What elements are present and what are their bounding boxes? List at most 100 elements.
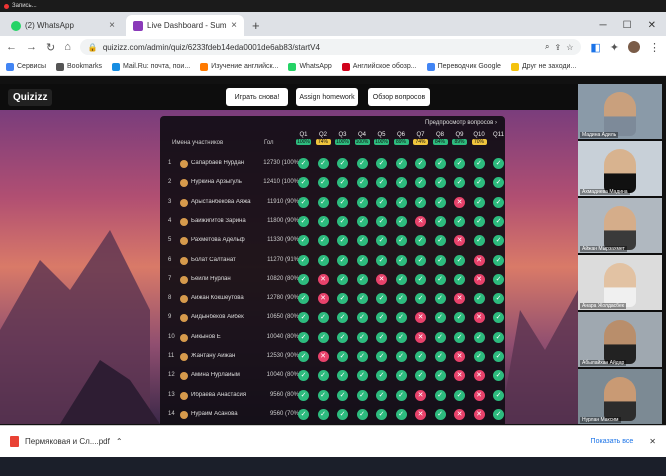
correct-answer-icon[interactable]: ✓ [395,370,407,382]
correct-answer-icon[interactable]: ✓ [454,312,465,324]
bookmark-item[interactable]: Изучение английск... [200,62,278,71]
correct-answer-icon[interactable]: ✓ [337,312,348,324]
correct-answer-icon[interactable]: ✓ [298,331,309,343]
correct-answer-icon[interactable]: ✓ [415,254,426,266]
correct-answer-icon[interactable]: ✓ [317,389,329,401]
participant-video-tile[interactable]: Мадина Адиль [578,84,662,139]
correct-answer-icon[interactable]: ✓ [434,235,446,247]
correct-answer-icon[interactable]: ✓ [415,273,426,285]
correct-answer-icon[interactable]: ✓ [434,273,446,285]
question-column-header[interactable]: Q8 84% [432,132,448,145]
profile-avatar[interactable] [628,41,640,53]
correct-answer-icon[interactable]: ✓ [454,215,465,227]
correct-answer-icon[interactable]: ✓ [493,215,504,227]
correct-answer-icon[interactable]: ✓ [376,351,387,362]
correct-answer-icon[interactable]: ✓ [356,389,368,401]
correct-answer-icon[interactable]: ✓ [376,408,387,420]
correct-answer-icon[interactable]: ✓ [415,370,426,382]
correct-answer-icon[interactable]: ✓ [337,273,348,285]
correct-answer-icon[interactable]: ✓ [356,254,368,266]
correct-answer-icon[interactable]: ✓ [434,177,446,189]
correct-answer-icon[interactable]: ✓ [473,293,485,305]
correct-answer-icon[interactable]: ✓ [395,273,407,285]
correct-answer-icon[interactable]: ✓ [434,196,446,208]
extension-icon[interactable]: ◧ [590,41,600,54]
correct-answer-icon[interactable]: ✓ [298,351,309,362]
correct-answer-icon[interactable]: ✓ [493,158,504,169]
participants-column-header[interactable]: Имена участников [172,140,223,146]
correct-answer-icon[interactable]: ✓ [434,158,446,169]
correct-answer-icon[interactable]: ✓ [317,158,329,169]
participant-video-tile[interactable]: Нурлан Максим [578,369,662,424]
correct-answer-icon[interactable]: ✓ [317,254,329,266]
table-row[interactable]: 11 Жантану Айжан 12530 (90%) ✓ ✕ ✓ ✓ ✓ ✓ ✓ ✓ ✕ ✓ ✓ [160,349,505,368]
correct-answer-icon[interactable]: ✓ [298,389,309,401]
correct-answer-icon[interactable]: ✓ [298,408,309,420]
table-row[interactable]: 4 Байжигитов Зарина 11800 (90%) ✓ ✓ ✓ ✓ ✓ ✓ ✕ ✓ ✓ ✓ ✓ [160,214,505,233]
correct-answer-icon[interactable]: ✓ [395,312,407,324]
correct-answer-icon[interactable]: ✓ [356,215,368,227]
correct-answer-icon[interactable]: ✓ [415,293,426,305]
correct-answer-icon[interactable]: ✓ [473,196,485,208]
wrong-answer-icon[interactable]: ✕ [473,254,485,266]
wrong-answer-icon[interactable]: ✕ [454,370,465,382]
correct-answer-icon[interactable]: ✓ [493,254,504,266]
correct-answer-icon[interactable]: ✓ [454,331,465,343]
new-tab-icon[interactable]: + [244,18,268,36]
wrong-answer-icon[interactable]: ✕ [473,312,485,324]
correct-answer-icon[interactable]: ✓ [493,293,504,305]
correct-answer-icon[interactable]: ✓ [317,177,329,189]
close-window-icon[interactable]: ✕ [648,20,656,31]
wrong-answer-icon[interactable]: ✕ [473,273,485,285]
correct-answer-icon[interactable]: ✓ [337,351,348,362]
question-column-header[interactable]: Q7 74% [413,132,428,145]
tab-live-dashboard[interactable]: Live Dashboard - Summary × [126,15,244,36]
correct-answer-icon[interactable]: ✓ [376,235,387,247]
question-column-header[interactable]: Q11 [491,132,505,139]
correct-answer-icon[interactable]: ✓ [317,408,329,420]
question-column-header[interactable]: Q1 100% [296,132,311,145]
share-icon[interactable]: ⇪ [555,43,562,52]
correct-answer-icon[interactable]: ✓ [434,215,446,227]
wrong-answer-icon[interactable]: ✕ [317,351,329,362]
correct-answer-icon[interactable]: ✓ [298,293,309,305]
wrong-answer-icon[interactable]: ✕ [454,293,465,305]
correct-answer-icon[interactable]: ✓ [298,312,309,324]
correct-answer-icon[interactable]: ✓ [493,235,504,247]
correct-answer-icon[interactable]: ✓ [337,370,348,382]
correct-answer-icon[interactable]: ✓ [317,235,329,247]
table-row[interactable]: 10 Айкынов Е 10040 (80%) ✓ ✓ ✓ ✓ ✓ ✓ ✕ ✓ ✓ ✓ ✓ [160,330,505,349]
correct-answer-icon[interactable]: ✓ [493,196,504,208]
bookmark-item[interactable]: Mail.Ru: почта, пои... [112,62,190,71]
bookmark-item[interactable]: Английское обозр... [341,62,417,71]
close-tab-icon[interactable]: × [109,20,115,31]
wrong-answer-icon[interactable]: ✕ [415,389,426,401]
correct-answer-icon[interactable]: ✓ [337,389,348,401]
correct-answer-icon[interactable]: ✓ [434,312,446,324]
correct-answer-icon[interactable]: ✓ [356,177,368,189]
correct-answer-icon[interactable]: ✓ [356,331,368,343]
correct-answer-icon[interactable]: ✓ [454,254,465,266]
tab-whatsapp[interactable]: (2) WhatsApp × [4,15,122,36]
chevron-up-icon[interactable]: ⌃ [116,437,123,446]
correct-answer-icon[interactable]: ✓ [356,370,368,382]
correct-answer-icon[interactable]: ✓ [454,158,465,169]
question-column-header[interactable]: Q3 100% [335,132,350,145]
question-column-header[interactable]: Q5 100% [374,132,389,145]
wrong-answer-icon[interactable]: ✕ [473,408,485,420]
question-column-header[interactable]: Q9 89% [452,132,467,145]
correct-answer-icon[interactable]: ✓ [376,177,387,189]
correct-answer-icon[interactable]: ✓ [298,273,309,285]
correct-answer-icon[interactable]: ✓ [473,158,485,169]
correct-answer-icon[interactable]: ✓ [337,254,348,266]
preview-questions-link[interactable]: Предпросмотр вопросов › [425,120,497,126]
correct-answer-icon[interactable]: ✓ [395,293,407,305]
correct-answer-icon[interactable]: ✓ [356,158,368,169]
table-row[interactable]: 1 Сапарбаев Нурдан 12730 (100%) ✓ ✓ ✓ ✓ ✓ ✓ ✓ ✓ ✓ ✓ ✓ [160,156,505,175]
correct-answer-icon[interactable]: ✓ [415,196,426,208]
wrong-answer-icon[interactable]: ✕ [415,312,426,324]
score-column-header[interactable]: Гол [264,140,274,146]
correct-answer-icon[interactable]: ✓ [356,351,368,362]
correct-answer-icon[interactable]: ✓ [298,235,309,247]
wrong-answer-icon[interactable]: ✕ [454,351,465,362]
